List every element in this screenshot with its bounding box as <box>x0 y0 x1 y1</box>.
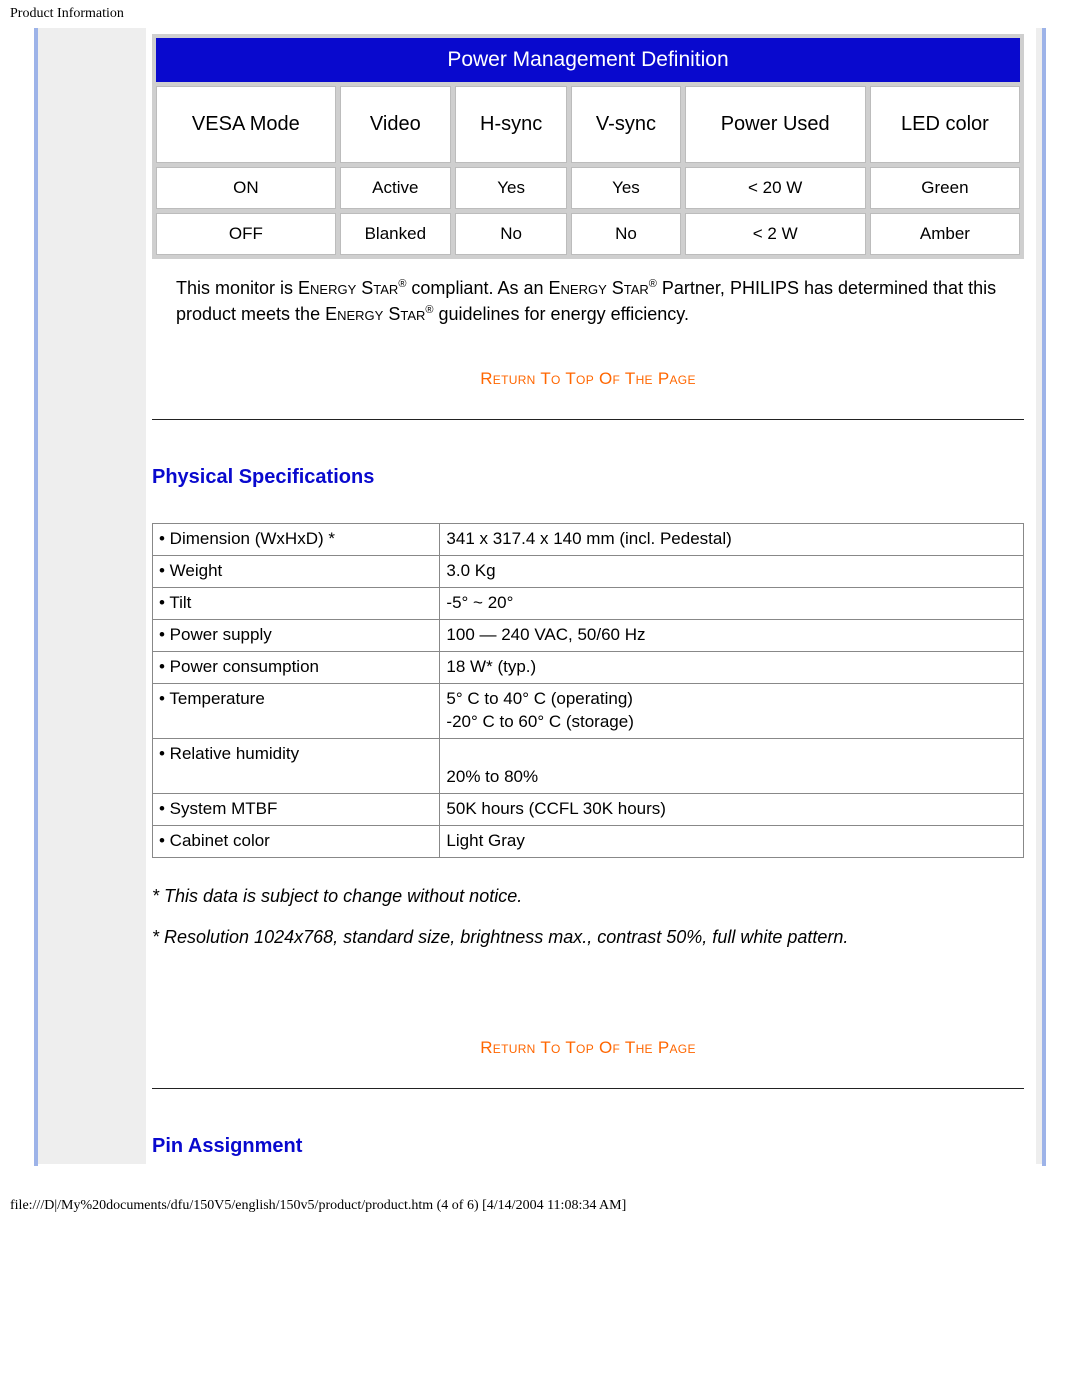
compliance-text: This monitor is Energy Star® compliant. … <box>176 275 1000 327</box>
divider <box>152 1088 1024 1089</box>
spec-value: 3.0 Kg <box>440 556 1024 588</box>
footnote: * Resolution 1024x768, standard size, br… <box>152 927 1024 948</box>
content-frame: Power Management Definition VESA Mode Vi… <box>34 28 1046 1166</box>
pm-cell: Active <box>340 167 451 209</box>
spec-value: Light Gray <box>440 825 1024 857</box>
table-row: OFF Blanked No No < 2 W Amber <box>156 213 1020 255</box>
spec-label: • Dimension (WxHxD) * <box>153 524 440 556</box>
page-footer: file:///D|/My%20documents/dfu/150V5/engl… <box>0 1166 1080 1220</box>
spec-label: • Relative humidity <box>153 738 440 793</box>
section-physical-specs: Physical Specifications <box>152 466 1024 489</box>
pm-cell: < 20 W <box>685 167 866 209</box>
pm-cell: No <box>455 213 567 255</box>
pm-cell: Yes <box>455 167 567 209</box>
spec-value: -5° ~ 20° <box>440 588 1024 620</box>
pm-col-vsync: V-sync <box>571 86 680 163</box>
return-to-top-link[interactable]: Return To Top Of The Page <box>152 1038 1024 1058</box>
spec-value: 5° C to 40° C (operating) -20° C to 60° … <box>440 683 1024 738</box>
table-row: • Tilt-5° ~ 20° <box>153 588 1024 620</box>
spec-value: 100 — 240 VAC, 50/60 Hz <box>440 620 1024 652</box>
pm-title: Power Management Definition <box>156 38 1020 82</box>
footnote: * This data is subject to change without… <box>152 886 1024 907</box>
pm-cell: OFF <box>156 213 336 255</box>
page-header: Product Information <box>0 0 1080 28</box>
power-management-table: Power Management Definition VESA Mode Vi… <box>152 34 1024 259</box>
pm-cell: No <box>571 213 680 255</box>
pm-cell: Blanked <box>340 213 451 255</box>
pm-col-led: LED color <box>870 86 1020 163</box>
table-row: • Weight3.0 Kg <box>153 556 1024 588</box>
table-row: • Cabinet colorLight Gray <box>153 825 1024 857</box>
spec-value: 50K hours (CCFL 30K hours) <box>440 793 1024 825</box>
spec-label: • Tilt <box>153 588 440 620</box>
pm-cell: Yes <box>571 167 680 209</box>
spec-label: • Power supply <box>153 620 440 652</box>
spec-value: 341 x 317.4 x 140 mm (incl. Pedestal) <box>440 524 1024 556</box>
table-row: • Power supply100 — 240 VAC, 50/60 Hz <box>153 620 1024 652</box>
spec-label: • Power consumption <box>153 651 440 683</box>
physical-specs-table: • Dimension (WxHxD) *341 x 317.4 x 140 m… <box>152 523 1024 857</box>
table-row: • Temperature5° C to 40° C (operating) -… <box>153 683 1024 738</box>
table-row: • Power consumption18 W* (typ.) <box>153 651 1024 683</box>
pm-cell: ON <box>156 167 336 209</box>
spec-label: • Temperature <box>153 683 440 738</box>
section-pin-assignment: Pin Assignment <box>152 1135 1024 1158</box>
pm-col-power: Power Used <box>685 86 866 163</box>
spec-value: 18 W* (typ.) <box>440 651 1024 683</box>
pm-cell: Amber <box>870 213 1020 255</box>
right-gutter <box>1036 28 1042 1164</box>
spec-value: 20% to 80% <box>440 738 1024 793</box>
main-content: Power Management Definition VESA Mode Vi… <box>146 28 1036 1164</box>
spec-label: • System MTBF <box>153 793 440 825</box>
pm-col-vesa: VESA Mode <box>156 86 336 163</box>
table-row: ON Active Yes Yes < 20 W Green <box>156 167 1020 209</box>
table-row: • Dimension (WxHxD) *341 x 317.4 x 140 m… <box>153 524 1024 556</box>
spec-label: • Weight <box>153 556 440 588</box>
left-gutter <box>38 28 146 1164</box>
table-row: • System MTBF50K hours (CCFL 30K hours) <box>153 793 1024 825</box>
pm-col-hsync: H-sync <box>455 86 567 163</box>
pm-cell: Green <box>870 167 1020 209</box>
spec-label: • Cabinet color <box>153 825 440 857</box>
pm-col-video: Video <box>340 86 451 163</box>
return-to-top-link[interactable]: Return To Top Of The Page <box>152 369 1024 389</box>
divider <box>152 419 1024 420</box>
pm-cell: < 2 W <box>685 213 866 255</box>
table-row: • Relative humidity 20% to 80% <box>153 738 1024 793</box>
